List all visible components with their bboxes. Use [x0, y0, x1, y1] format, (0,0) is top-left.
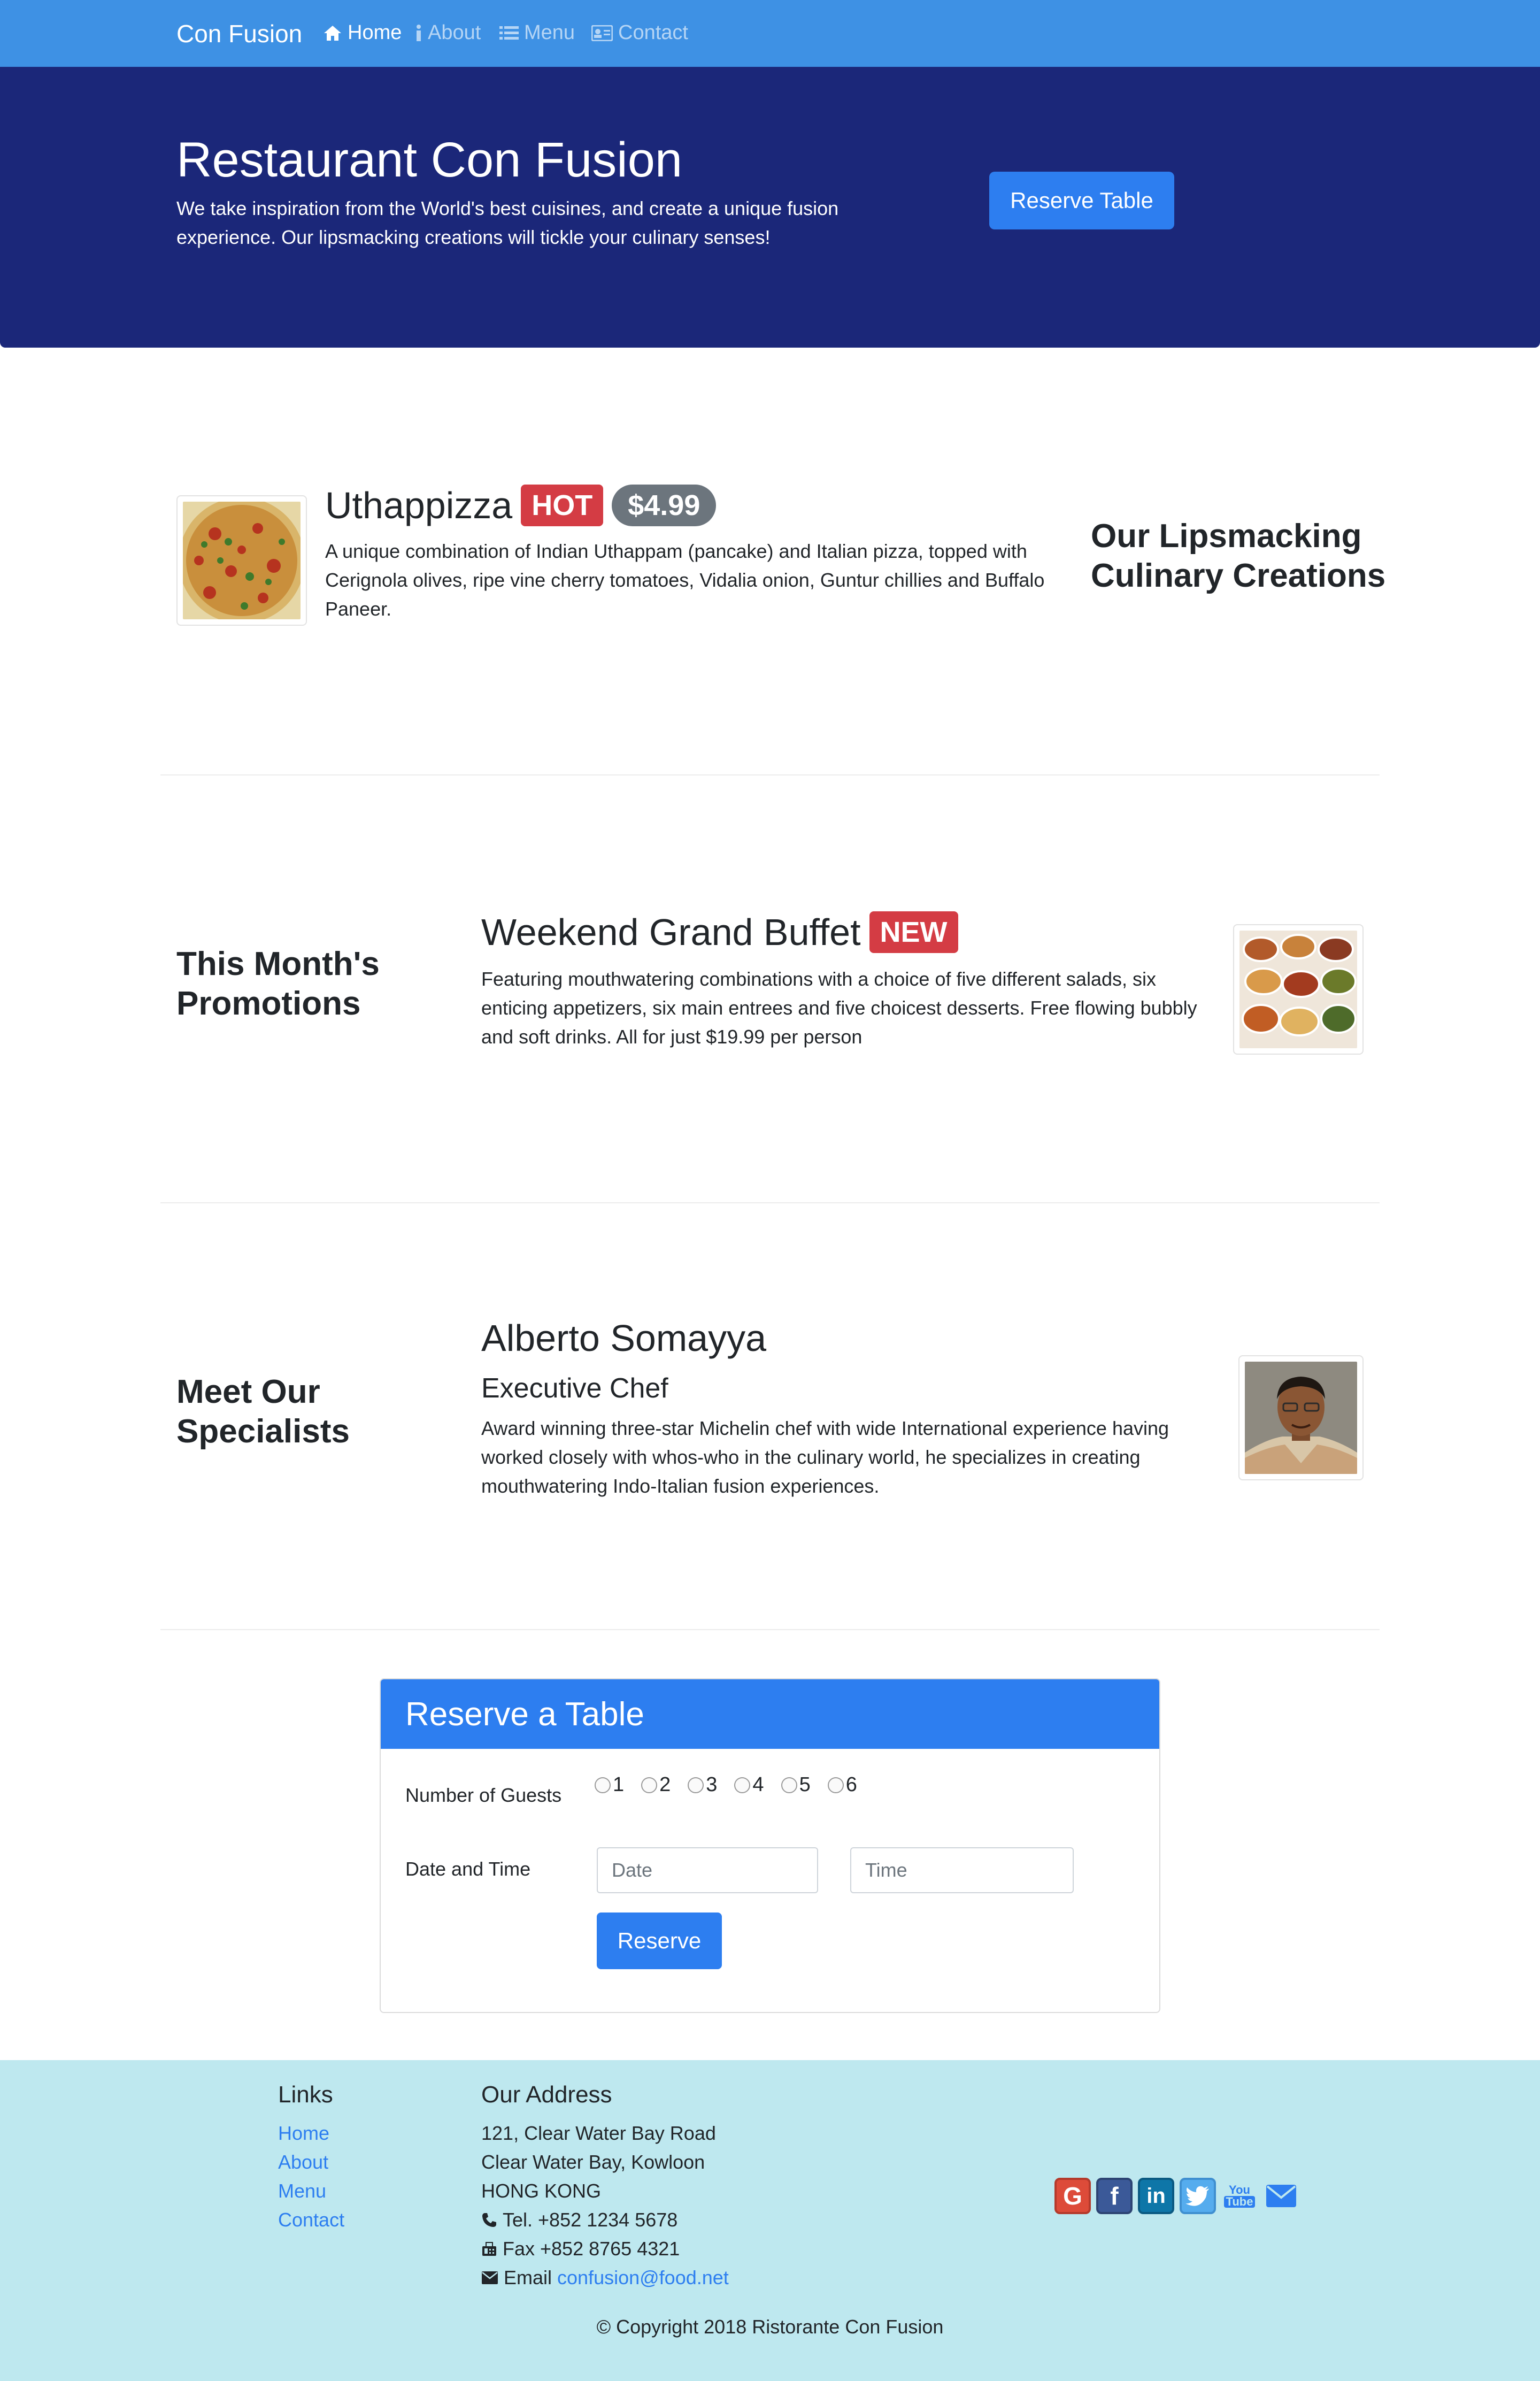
new-badge: NEW: [869, 911, 958, 953]
email-label: Email: [504, 2267, 552, 2288]
dish-name: Uthappizza: [325, 485, 513, 526]
list-icon: [499, 26, 519, 40]
tel-text: Tel. +852 1234 5678: [503, 2209, 678, 2231]
radio-button[interactable]: [595, 1777, 611, 1793]
guests-label: Number of Guests: [405, 1784, 562, 1806]
reserve-submit-button[interactable]: Reserve: [597, 1913, 722, 1969]
radio-button[interactable]: [641, 1777, 658, 1793]
section-divider: [160, 774, 1380, 775]
address-line: 121, Clear Water Bay Road: [481, 2122, 716, 2144]
dish-image: [176, 495, 307, 626]
envelope-icon: [482, 2271, 498, 2284]
footer-link-about[interactable]: About: [278, 2151, 328, 2173]
twitter-icon[interactable]: [1180, 2178, 1216, 2214]
promotion-description: Featuring mouthwatering combinations wit…: [481, 968, 1197, 1048]
hot-badge: HOT: [521, 485, 604, 526]
promotion-side-title: This Month's Promotions: [176, 946, 380, 1022]
footer-link-contact[interactable]: Contact: [278, 2209, 344, 2231]
nav-item-label: Menu: [524, 21, 575, 44]
time-input[interactable]: Time: [850, 1847, 1074, 1893]
section-divider: [160, 1629, 1380, 1630]
navbar-brand[interactable]: Con Fusion: [176, 19, 302, 48]
email-link[interactable]: confusion@food.net: [557, 2267, 729, 2289]
guest-option-label: 6: [845, 1773, 857, 1796]
guest-option-2[interactable]: 2: [641, 1773, 671, 1796]
datetime-label: Date and Time: [405, 1858, 531, 1880]
address-line: HONG KONG: [481, 2180, 602, 2202]
social-links: G f in You Tube: [1054, 2178, 1305, 2214]
guest-option-3[interactable]: 3: [688, 1773, 717, 1796]
pizza-image: [183, 502, 301, 619]
guest-option-label: 3: [706, 1773, 718, 1796]
leader-role: Executive Chef: [481, 1373, 668, 1404]
guests-radio-group: 1 2 3 4 5 6: [595, 1773, 857, 1796]
guest-option-label: 4: [752, 1773, 764, 1796]
jumbotron-text: We take inspiration from the World's bes…: [176, 197, 839, 248]
facebook-icon[interactable]: f: [1096, 2178, 1133, 2214]
copyright: © Copyright 2018 Ristorante Con Fusion: [596, 2316, 944, 2338]
dish-description: A unique combination of Indian Uthappam …: [325, 540, 1045, 620]
fax-icon: [482, 2242, 496, 2256]
reservation-card-header: Reserve a Table: [381, 1679, 1159, 1749]
radio-button[interactable]: [827, 1777, 844, 1793]
price-badge: $4.99: [612, 485, 717, 526]
youtube-icon[interactable]: You Tube: [1221, 2178, 1258, 2214]
address-card-icon: [591, 25, 613, 41]
promotion-name: Weekend Grand Buffet: [481, 911, 861, 953]
nav-item-home[interactable]: Home: [323, 21, 402, 44]
leader-side-title: Meet Our Specialists: [176, 1373, 350, 1450]
radio-button[interactable]: [734, 1777, 751, 1793]
leader-description: Award winning three-star Michelin chef w…: [481, 1417, 1169, 1497]
promotion-title-row: Weekend Grand Buffet NEW: [481, 907, 958, 957]
guest-option-4[interactable]: 4: [734, 1773, 764, 1796]
footer-link-menu[interactable]: Menu: [278, 2180, 326, 2202]
nav-item-label: Contact: [618, 21, 688, 44]
nav-item-label: Home: [348, 21, 402, 44]
navbar: Con Fusion Home About Menu Contact: [0, 0, 1540, 67]
phone-icon: [482, 2213, 496, 2227]
reservation-card: Reserve a Table Number of Guests 1 2 3 4…: [380, 1678, 1160, 2013]
footer-tel: Tel. +852 1234 5678: [481, 2209, 677, 2231]
home-icon: [324, 25, 341, 41]
radio-button[interactable]: [688, 1777, 704, 1793]
guest-option-label: 1: [613, 1773, 625, 1796]
guest-option-label: 5: [799, 1773, 811, 1796]
footer-links-title: Links: [278, 2082, 333, 2108]
radio-button[interactable]: [781, 1777, 797, 1793]
date-input[interactable]: Date: [597, 1847, 818, 1893]
reserve-table-button[interactable]: Reserve Table: [989, 172, 1174, 229]
info-icon: [417, 24, 421, 41]
leader-image: [1238, 1355, 1364, 1480]
section-divider: [160, 1202, 1380, 1203]
envelope-icon[interactable]: [1263, 2178, 1299, 2214]
guest-option-6[interactable]: 6: [827, 1773, 857, 1796]
footer-email: Email confusion@food.net: [481, 2267, 729, 2289]
footer-fax: Fax +852 8765 4321: [481, 2238, 680, 2260]
guest-option-5[interactable]: 5: [781, 1773, 811, 1796]
footer-link-home[interactable]: Home: [278, 2122, 329, 2145]
footer-address-title: Our Address: [481, 2082, 612, 2108]
fax-text: Fax +852 8765 4321: [503, 2238, 680, 2260]
nav-item-menu[interactable]: Menu: [499, 21, 575, 44]
dish-title-row: Uthappizza HOT $4.99: [325, 480, 717, 531]
nav-item-contact[interactable]: Contact: [591, 21, 688, 44]
guest-option-label: 2: [659, 1773, 671, 1796]
dish-side-title: Our Lipsmacking Culinary Creations: [1091, 518, 1386, 594]
jumbotron: Restaurant Con Fusion We take inspiratio…: [0, 67, 1540, 348]
linkedin-icon[interactable]: in: [1138, 2178, 1174, 2214]
google-plus-icon[interactable]: G: [1054, 2178, 1091, 2214]
nav-item-about[interactable]: About: [415, 21, 481, 44]
guest-option-1[interactable]: 1: [595, 1773, 624, 1796]
buffet-image: [1239, 931, 1357, 1048]
jumbotron-title: Restaurant Con Fusion: [176, 133, 683, 187]
address-line: Clear Water Bay, Kowloon: [481, 2151, 705, 2173]
chef-portrait: [1245, 1362, 1357, 1474]
leader-name: Alberto Somayya: [481, 1317, 767, 1359]
nav-item-label: About: [428, 21, 481, 44]
promotion-image: [1233, 924, 1364, 1055]
